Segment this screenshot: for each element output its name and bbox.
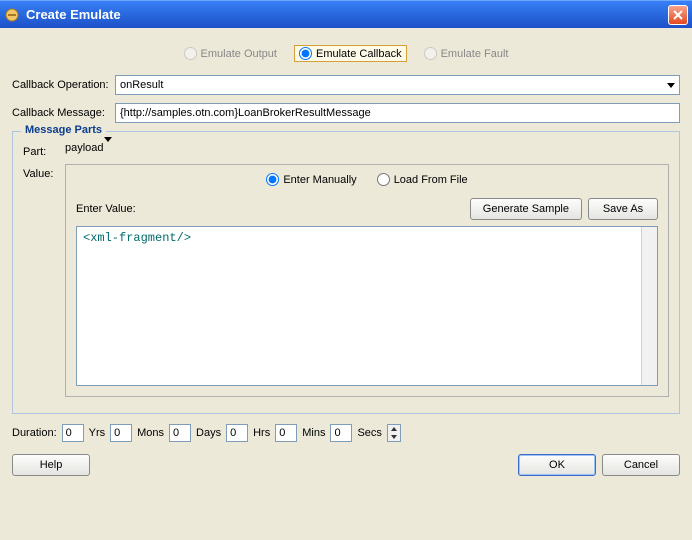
callback-message-value: {http://samples.otn.com}LoanBrokerResult… (120, 107, 371, 119)
radio-load-from-file-label: Load From File (394, 174, 468, 186)
titlebar: Create Emulate (0, 0, 692, 28)
duration-mons-input[interactable]: 0 (110, 424, 132, 442)
duration-hrs-unit: Hrs (253, 427, 270, 439)
value-source-row: Enter Manually Load From File (76, 173, 658, 186)
duration-days-input[interactable]: 0 (169, 424, 191, 442)
radio-emulate-fault[interactable]: Emulate Fault (424, 46, 509, 61)
spinner-down-icon[interactable] (388, 433, 400, 441)
radio-emulate-output-label: Emulate Output (201, 48, 277, 60)
radio-enter-manually-label: Enter Manually (283, 174, 356, 186)
dialog-buttons: Help OK Cancel (12, 454, 680, 476)
enter-value-label: Enter Value: (76, 203, 464, 215)
radio-emulate-output[interactable]: Emulate Output (184, 46, 277, 61)
duration-mins-input[interactable]: 0 (275, 424, 297, 442)
radio-emulate-callback[interactable]: Emulate Callback (295, 46, 406, 61)
callback-message-field[interactable]: {http://samples.otn.com}LoanBrokerResult… (115, 103, 680, 123)
duration-yrs-unit: Yrs (89, 427, 106, 439)
duration-yrs-input[interactable]: 0 (62, 424, 84, 442)
spinner-up-icon[interactable] (388, 425, 400, 433)
emulate-mode-row: Emulate Output Emulate Callback Emulate … (12, 46, 680, 61)
chevron-down-icon (104, 137, 112, 154)
part-label: Part: (23, 142, 59, 158)
generate-sample-button[interactable]: Generate Sample (470, 198, 582, 220)
callback-operation-label: Callback Operation: (12, 79, 109, 91)
radio-emulate-callback-label: Emulate Callback (316, 48, 402, 60)
ok-button[interactable]: OK (518, 454, 596, 476)
duration-hrs-input[interactable]: 0 (226, 424, 248, 442)
duration-days-unit: Days (196, 427, 221, 439)
save-as-button[interactable]: Save As (588, 198, 658, 220)
help-button[interactable]: Help (12, 454, 90, 476)
radio-emulate-fault-input[interactable] (424, 47, 437, 60)
duration-label: Duration: (12, 427, 57, 439)
radio-emulate-fault-label: Emulate Fault (441, 48, 509, 60)
value-label: Value: (23, 164, 59, 180)
value-box: Enter Manually Load From File Enter Valu… (65, 164, 669, 397)
radio-enter-manually-input[interactable] (266, 173, 279, 186)
window-title: Create Emulate (26, 7, 668, 22)
value-editor[interactable]: <xml-fragment/> (76, 226, 658, 386)
duration-mons-unit: Mons (137, 427, 164, 439)
scrollbar[interactable] (641, 227, 657, 385)
duration-secs-unit: Secs (357, 427, 381, 439)
close-button[interactable] (668, 5, 688, 25)
duration-row: Duration: 0 Yrs 0 Mons 0 Days 0 Hrs 0 Mi… (12, 424, 680, 442)
duration-secs-input[interactable]: 0 (330, 424, 352, 442)
duration-mins-unit: Mins (302, 427, 325, 439)
radio-load-from-file[interactable]: Load From File (377, 173, 468, 186)
part-value: payload (65, 142, 104, 154)
radio-emulate-callback-input[interactable] (299, 47, 312, 60)
radio-load-from-file-input[interactable] (377, 173, 390, 186)
callback-operation-combo[interactable]: onResult (115, 75, 680, 95)
editor-content: <xml-fragment/> (83, 231, 191, 245)
radio-emulate-output-input[interactable] (184, 47, 197, 60)
duration-spinner[interactable] (387, 424, 401, 442)
message-parts-fieldset: Message Parts Part: payload Value: Enter… (12, 131, 680, 414)
message-parts-legend: Message Parts (21, 124, 106, 136)
part-combo[interactable]: payload (65, 142, 669, 154)
callback-message-label: Callback Message: (12, 107, 109, 119)
radio-enter-manually[interactable]: Enter Manually (266, 173, 356, 186)
cancel-button[interactable]: Cancel (602, 454, 680, 476)
callback-operation-value: onResult (120, 79, 163, 91)
chevron-down-icon (667, 83, 675, 88)
app-icon (4, 7, 20, 23)
close-icon (673, 10, 683, 20)
